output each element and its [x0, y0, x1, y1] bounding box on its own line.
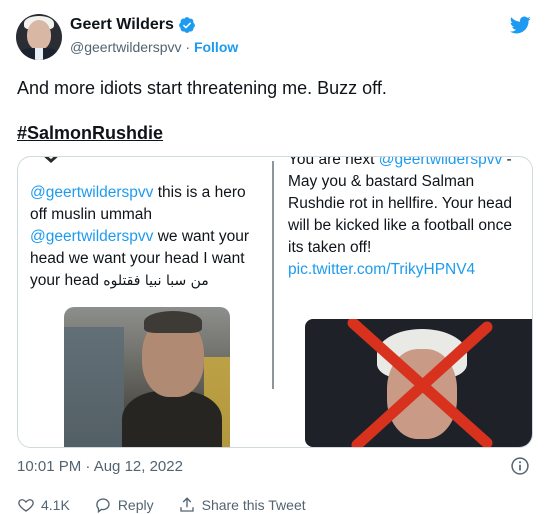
like-button[interactable]: 4.1K: [17, 496, 70, 514]
man-photo: [64, 307, 230, 447]
heart-icon: [18, 499, 34, 512]
left-screenshot: @geertwilderspvv this is a hero off musl…: [18, 157, 268, 447]
verified-badge-icon: [179, 17, 195, 33]
share-button[interactable]: Share this Tweet: [178, 496, 306, 514]
tweet-timestamp[interactable]: 10:01 PM · Aug 12, 2022: [17, 458, 183, 475]
author-name[interactable]: Geert Wilders: [70, 16, 174, 34]
mention-link[interactable]: @geertwilderspvv: [30, 184, 153, 201]
reply-label: Reply: [117, 497, 154, 513]
tweet-media[interactable]: @geertwilderspvv this is a hero off musl…: [17, 156, 533, 448]
action-bar: 4.1K Reply Share this Tweet: [17, 496, 330, 514]
author-handle[interactable]: @geertwilderspvv: [70, 39, 181, 55]
arabic-text: من سبا نبيا فقتلوه: [103, 273, 209, 289]
pic-link[interactable]: pic.twitter.com/TrikyHPNV4: [288, 261, 475, 278]
right-screenshot: You are next @geertwilderspvv - May you …: [280, 157, 532, 447]
mention-link[interactable]: @geertwilderspvv: [30, 228, 153, 245]
tweet-text: And more idiots start threatening me. Bu…: [17, 78, 387, 98]
left-screenshot-text: @geertwilderspvv this is a hero off musl…: [30, 182, 266, 292]
crossed-out-portrait-photo: [305, 319, 532, 447]
screenshot-text-fragment: You are next: [288, 157, 379, 168]
right-screenshot-text: You are next @geertwilderspvv - May you …: [288, 157, 524, 281]
share-arrow-icon: [179, 497, 194, 512]
author-handle-row: @geertwilderspvv · Follow: [70, 39, 238, 55]
reply-bubble-icon: [96, 498, 110, 514]
red-x-mark-icon: [347, 319, 493, 447]
twitter-bird-icon[interactable]: [508, 14, 532, 36]
reply-button[interactable]: Reply: [94, 496, 154, 514]
info-icon[interactable]: [510, 456, 530, 476]
author-name-row: Geert Wilders: [70, 16, 196, 34]
screenshot-text-fragment: - May you & bastard Salman Rushdie rot i…: [288, 157, 513, 256]
cropped-emoji-icon: [44, 157, 58, 163]
tweet-header: Geert Wilders @geertwilderspvv · Follow: [0, 0, 546, 70]
separator-dot: ·: [181, 39, 194, 55]
hashtag-link[interactable]: #SalmonRushdie: [17, 123, 163, 144]
avatar[interactable]: [16, 14, 62, 60]
follow-button[interactable]: Follow: [194, 39, 238, 55]
share-label: Share this Tweet: [201, 497, 306, 513]
screenshot-divider: [272, 161, 274, 389]
mention-link[interactable]: @geertwilderspvv: [379, 157, 502, 168]
like-count: 4.1K: [41, 497, 70, 513]
